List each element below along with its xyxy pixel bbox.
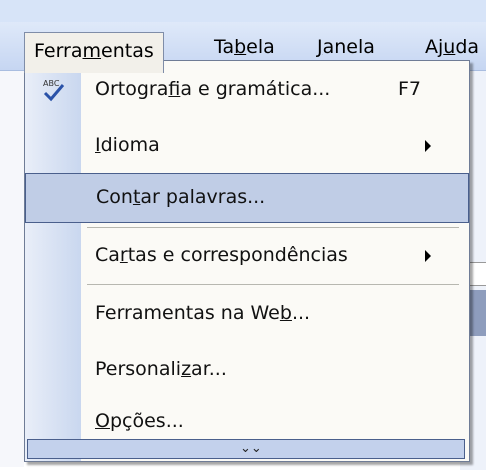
menu-item-word-count[interactable]: Contar palavras... bbox=[25, 173, 469, 223]
menu-expand-button[interactable]: ⌄⌄ bbox=[27, 439, 465, 459]
menu-item-letters-mailings[interactable]: Cartas e correspondências bbox=[25, 231, 469, 281]
menu-tabela[interactable]: Tabela bbox=[205, 30, 284, 64]
menu-item-web-tools[interactable]: Ferramentas na Web... bbox=[25, 289, 469, 339]
menu-item-customize[interactable]: Personalizar... bbox=[25, 345, 469, 395]
menu-item-label: Ortografia e gramática... bbox=[95, 78, 331, 100]
submenu-arrow-icon bbox=[425, 250, 431, 262]
menu-item-label: Contar palavras... bbox=[96, 186, 266, 208]
menu-separator bbox=[87, 227, 459, 228]
submenu-arrow-icon bbox=[425, 140, 431, 152]
menu-janela[interactable]: Janela bbox=[308, 30, 384, 64]
shortcut-label: F7 bbox=[398, 78, 422, 100]
double-chevron-down-icon: ⌄⌄ bbox=[240, 441, 262, 456]
title-strip bbox=[0, 0, 486, 22]
menu-item-label: Ferramentas na Web... bbox=[95, 302, 311, 324]
menu-item-label: Personalizar... bbox=[95, 358, 227, 380]
menu-item-language[interactable]: Idioma bbox=[25, 121, 469, 171]
menu-item-label: Opções... bbox=[95, 410, 184, 432]
menu-separator bbox=[87, 284, 459, 285]
tools-dropdown-menu: ABC Ortografia e gramática... F7 Idioma … bbox=[24, 60, 470, 462]
menu-ajuda[interactable]: Ajuda bbox=[416, 30, 486, 64]
menu-item-label: Idioma bbox=[95, 134, 160, 156]
spell-check-icon: ABC bbox=[41, 77, 67, 103]
menu-item-label: Cartas e correspondências bbox=[95, 244, 348, 266]
svg-text:ABC: ABC bbox=[43, 79, 60, 88]
left-band bbox=[0, 70, 24, 467]
menu-ferramentas[interactable]: Ferramentas bbox=[24, 32, 164, 73]
